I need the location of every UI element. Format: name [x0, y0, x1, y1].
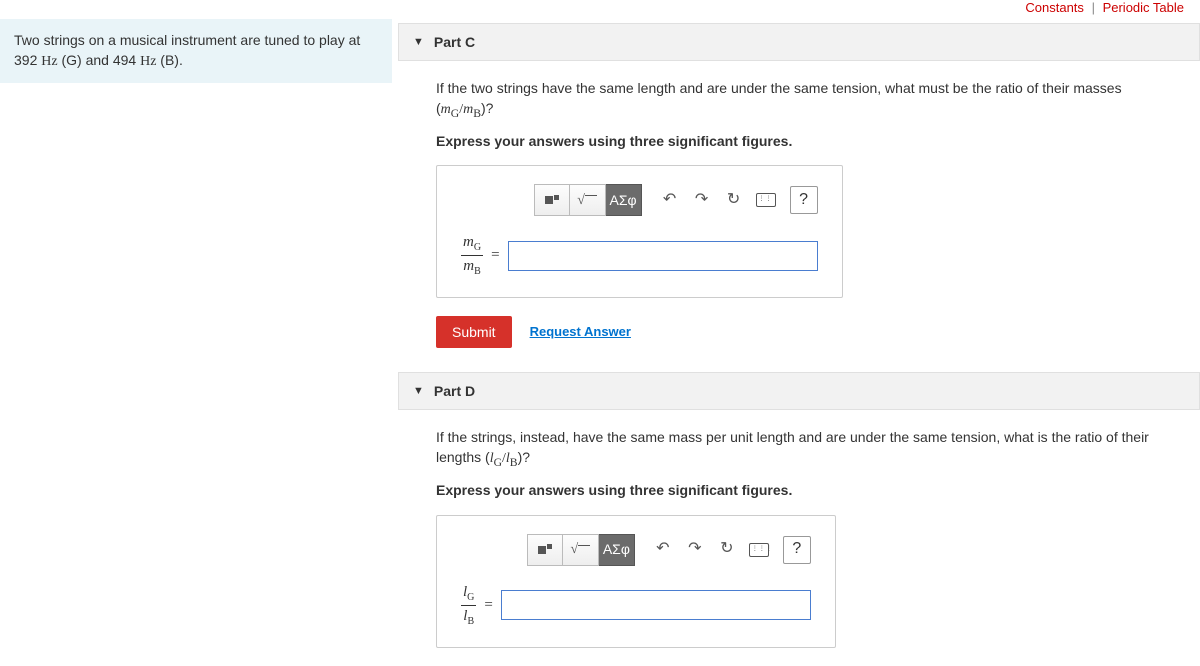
math-expr: lG/lB	[490, 451, 518, 466]
part-c-header[interactable]: ▼ Part C	[398, 23, 1200, 61]
answer-box: √ ΑΣφ ↶ ↷ ↻ ? mG mB =	[436, 165, 843, 298]
redo-icon: ↷	[695, 189, 708, 211]
reset-button[interactable]: ↻	[718, 184, 750, 216]
periodic-table-link[interactable]: Periodic Table	[1103, 0, 1184, 15]
reset-button[interactable]: ↻	[711, 534, 743, 566]
fraction-label: lG lB	[461, 582, 476, 629]
instruction-text: Express your answers using three signifi…	[436, 481, 1176, 501]
redo-button[interactable]: ↷	[686, 184, 718, 216]
problem-text: (G) and 494	[58, 52, 141, 68]
fraction-label: mG mB	[461, 232, 483, 279]
constants-link[interactable]: Constants	[1025, 0, 1084, 15]
template-icon	[538, 544, 552, 555]
equation-row: lG lB =	[461, 582, 811, 629]
problem-statement: Two strings on a musical instrument are …	[0, 19, 392, 83]
question-fragment: )?	[518, 449, 530, 465]
separator: |	[1092, 0, 1095, 15]
answer-input[interactable]	[508, 241, 818, 271]
keyboard-icon	[756, 193, 776, 207]
template-button[interactable]	[534, 184, 570, 216]
collapse-icon: ▼	[413, 385, 424, 397]
part-c-body: If the two strings have the same length …	[398, 61, 1200, 366]
root-icon: √	[577, 191, 597, 211]
root-icon: √	[571, 540, 591, 560]
root-button[interactable]: √	[563, 534, 599, 566]
answer-input[interactable]	[501, 590, 811, 620]
undo-button[interactable]: ↶	[654, 184, 686, 216]
submit-button[interactable]: Submit	[436, 316, 512, 348]
template-button[interactable]	[527, 534, 563, 566]
redo-button[interactable]: ↷	[679, 534, 711, 566]
answer-box: √ ΑΣφ ↶ ↷ ↻ ? lG lB =	[436, 515, 836, 648]
question-fragment: )?	[481, 100, 493, 116]
top-links: Constants | Periodic Table	[0, 0, 1200, 19]
help-button[interactable]: ?	[783, 536, 811, 564]
part-d-header[interactable]: ▼ Part D	[398, 372, 1200, 410]
keyboard-icon	[749, 543, 769, 557]
template-icon	[545, 195, 559, 206]
part-title: Part C	[434, 34, 475, 50]
collapse-icon: ▼	[413, 36, 424, 48]
greek-button[interactable]: ΑΣφ	[599, 534, 635, 566]
question-fragment: If the strings, instead, have the same m…	[436, 429, 1149, 465]
help-button[interactable]: ?	[790, 186, 818, 214]
reset-icon: ↻	[720, 538, 733, 560]
redo-icon: ↷	[688, 538, 701, 560]
equation-row: mG mB =	[461, 232, 818, 279]
undo-button[interactable]: ↶	[647, 534, 679, 566]
request-answer-link[interactable]: Request Answer	[530, 323, 631, 341]
instruction-text: Express your answers using three signifi…	[436, 132, 1176, 152]
undo-icon: ↶	[656, 538, 669, 560]
actions-row: Submit Request Answer	[436, 316, 1176, 348]
root-button[interactable]: √	[570, 184, 606, 216]
problem-text: (B).	[156, 52, 182, 68]
unit-hz: Hz	[140, 54, 156, 69]
question-text: If the two strings have the same length …	[436, 79, 1176, 122]
keyboard-button[interactable]	[743, 534, 775, 566]
undo-icon: ↶	[663, 189, 676, 211]
equals-sign: =	[491, 245, 499, 266]
part-title: Part D	[434, 383, 475, 399]
question-fragment: If the two strings have the same length …	[436, 80, 1122, 116]
keyboard-button[interactable]	[750, 184, 782, 216]
toolbar: √ ΑΣφ ↶ ↷ ↻ ?	[461, 534, 811, 566]
math-expr: mG/mB	[441, 102, 481, 117]
toolbar: √ ΑΣφ ↶ ↷ ↻ ?	[461, 184, 818, 216]
reset-icon: ↻	[727, 189, 740, 211]
part-d-body: If the strings, instead, have the same m…	[398, 410, 1200, 665]
unit-hz: Hz	[41, 54, 57, 69]
greek-button[interactable]: ΑΣφ	[606, 184, 642, 216]
question-text: If the strings, instead, have the same m…	[436, 428, 1176, 471]
